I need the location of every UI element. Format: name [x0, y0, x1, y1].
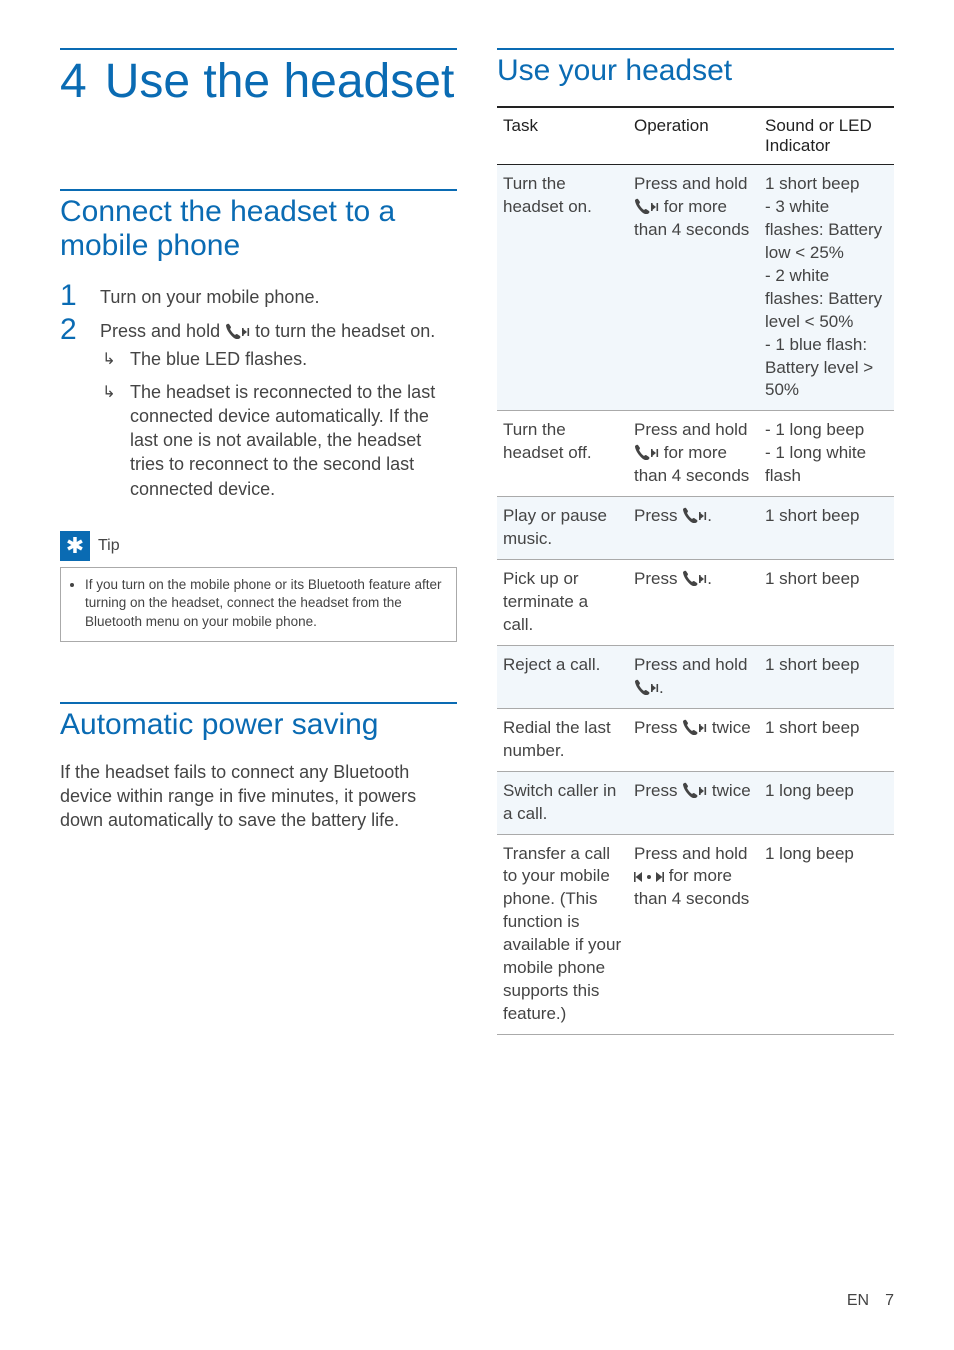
phone-play-icon: [682, 506, 707, 525]
step-number: 1: [60, 281, 84, 311]
table-row: Turn the headset off. Press and hold for…: [497, 411, 894, 497]
section-connect-heading: Connect the headset to a mobile phone: [60, 189, 457, 263]
step-text-before: Press and hold: [100, 321, 225, 341]
cell-task: Play or pause music.: [497, 497, 628, 560]
footer-page: 7: [885, 1292, 894, 1310]
cell-indicator: - 1 long beep - 1 long white flash: [759, 411, 894, 497]
cell-task: Turn the headset on.: [497, 165, 628, 411]
cell-indicator: 1 long beep: [759, 834, 894, 1035]
cell-indicator: 1 short beep: [759, 645, 894, 708]
step-text: Turn on your mobile phone.: [100, 281, 319, 309]
table-row: Redial the last number. Press twice 1 sh…: [497, 708, 894, 771]
cell-indicator: 1 short beep - 3 white flashes: Battery …: [759, 165, 894, 411]
step-1: 1 Turn on your mobile phone.: [60, 281, 457, 311]
step-results: ↳ The blue LED flashes. ↳ The headset is…: [100, 347, 457, 501]
col-task: Task: [497, 107, 628, 165]
table-row: Play or pause music. Press . 1 short bee…: [497, 497, 894, 560]
page: 4 Use the headset Connect the headset to…: [0, 0, 954, 1350]
chapter-number: 4: [60, 54, 87, 109]
powersave-body: If the headset fails to connect any Blue…: [60, 760, 457, 833]
result-item: ↳ The headset is reconnected to the last…: [100, 380, 457, 501]
cell-indicator: 1 short beep: [759, 708, 894, 771]
table-row: Switch caller in a call. Press twice 1 l…: [497, 771, 894, 834]
cell-task: Reject a call.: [497, 645, 628, 708]
result-arrow-icon: ↳: [100, 347, 118, 371]
left-column: 4 Use the headset Connect the headset to…: [60, 48, 457, 1272]
cell-task: Switch caller in a call.: [497, 771, 628, 834]
tip-label: Tip: [98, 537, 120, 555]
cell-operation: Press and hold for more than 4 seconds: [628, 834, 759, 1035]
tip-box: ✱ Tip If you turn on the mobile phone or…: [60, 531, 457, 642]
step-body: Press and hold to turn the headset on. ↳…: [100, 315, 457, 509]
col-indicator: Sound or LED Indicator: [759, 107, 894, 165]
page-footer: EN 7: [60, 1272, 894, 1310]
cell-operation: Press twice: [628, 771, 759, 834]
section-use-heading: Use your headset: [497, 48, 894, 88]
result-text: The headset is reconnected to the last c…: [130, 380, 457, 501]
cell-operation: Press and hold .: [628, 645, 759, 708]
tip-text: If you turn on the mobile phone or its B…: [85, 576, 446, 631]
cell-indicator: 1 short beep: [759, 497, 894, 560]
step-text-after: to turn the headset on.: [250, 321, 435, 341]
step-2: 2 Press and hold to turn the headset on.…: [60, 315, 457, 509]
section-powersave-heading: Automatic power saving: [60, 702, 457, 742]
cell-operation: Press .: [628, 497, 759, 560]
operations-table: Task Operation Sound or LED Indicator Tu…: [497, 106, 894, 1035]
phone-play-icon: [634, 443, 659, 462]
prev-next-icon: [634, 866, 664, 885]
phone-play-icon: [634, 197, 659, 216]
cell-indicator: 1 long beep: [759, 771, 894, 834]
cell-operation: Press and hold for more than 4 seconds: [628, 411, 759, 497]
result-item: ↳ The blue LED flashes.: [100, 347, 457, 371]
result-arrow-icon: ↳: [100, 380, 118, 501]
cell-operation: Press and hold for more than 4 seconds: [628, 165, 759, 411]
table-row: Transfer a call to your mobile phone. (T…: [497, 834, 894, 1035]
columns: 4 Use the headset Connect the headset to…: [60, 48, 894, 1272]
tip-icon: ✱: [60, 531, 90, 561]
result-text: The blue LED flashes.: [130, 347, 307, 371]
phone-play-icon: [682, 718, 707, 737]
cell-operation: Press twice: [628, 708, 759, 771]
steps-list: 1 Turn on your mobile phone. 2 Press and…: [60, 281, 457, 509]
cell-task: Transfer a call to your mobile phone. (T…: [497, 834, 628, 1035]
cell-task: Turn the headset off.: [497, 411, 628, 497]
chapter-title: Use the headset: [105, 54, 455, 109]
phone-play-icon: [682, 569, 707, 588]
chapter-heading: 4 Use the headset: [60, 48, 457, 109]
table-row: Pick up or terminate a call. Press . 1 s…: [497, 560, 894, 646]
cell-task: Pick up or terminate a call.: [497, 560, 628, 646]
cell-task: Redial the last number.: [497, 708, 628, 771]
table-row: Turn the headset on. Press and hold for …: [497, 165, 894, 411]
phone-play-icon: [682, 781, 707, 800]
step-number: 2: [60, 315, 84, 345]
tip-body: If you turn on the mobile phone or its B…: [60, 567, 457, 642]
right-column: Use your headset Task Operation Sound or…: [497, 48, 894, 1272]
table-header-row: Task Operation Sound or LED Indicator: [497, 107, 894, 165]
cell-operation: Press .: [628, 560, 759, 646]
phone-play-icon: [634, 678, 659, 697]
footer-lang: EN: [847, 1292, 869, 1310]
phone-play-icon: [225, 321, 250, 341]
table-row: Reject a call. Press and hold . 1 short …: [497, 645, 894, 708]
col-operation: Operation: [628, 107, 759, 165]
cell-indicator: 1 short beep: [759, 560, 894, 646]
tip-header: ✱ Tip: [60, 531, 457, 561]
